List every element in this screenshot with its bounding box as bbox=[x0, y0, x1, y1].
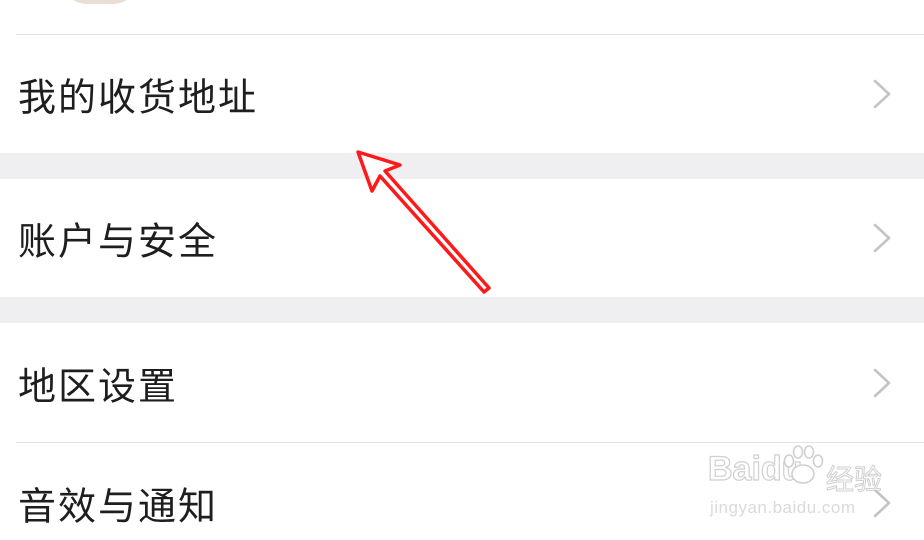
paw-icon bbox=[783, 445, 824, 484]
settings-item-label: 账户与安全 bbox=[18, 219, 219, 264]
watermark-brand-cn: 经验 bbox=[825, 463, 883, 497]
watermark-url: jingyan.baidu.com bbox=[710, 498, 856, 517]
settings-item-account-security[interactable]: 账户与安全 bbox=[0, 179, 924, 297]
chevron-right-icon bbox=[873, 368, 891, 397]
previous-row-remnant bbox=[0, 0, 924, 34]
section-gap bbox=[0, 153, 924, 179]
settings-item-label: 音效与通知 bbox=[18, 484, 219, 529]
watermark: Baidu 经验 jingyan.baidu.com bbox=[707, 444, 908, 524]
settings-item-region[interactable]: 地区设置 bbox=[0, 323, 924, 442]
settings-item-label: 地区设置 bbox=[18, 364, 179, 408]
chevron-right-icon bbox=[873, 79, 891, 109]
section-gap bbox=[0, 297, 924, 323]
settings-item-label: 我的收货地址 bbox=[18, 75, 259, 120]
settings-item-shipping-address[interactable]: 我的收货地址 bbox=[0, 35, 924, 153]
chevron-right-icon bbox=[873, 223, 891, 253]
avatar bbox=[58, 0, 142, 4]
